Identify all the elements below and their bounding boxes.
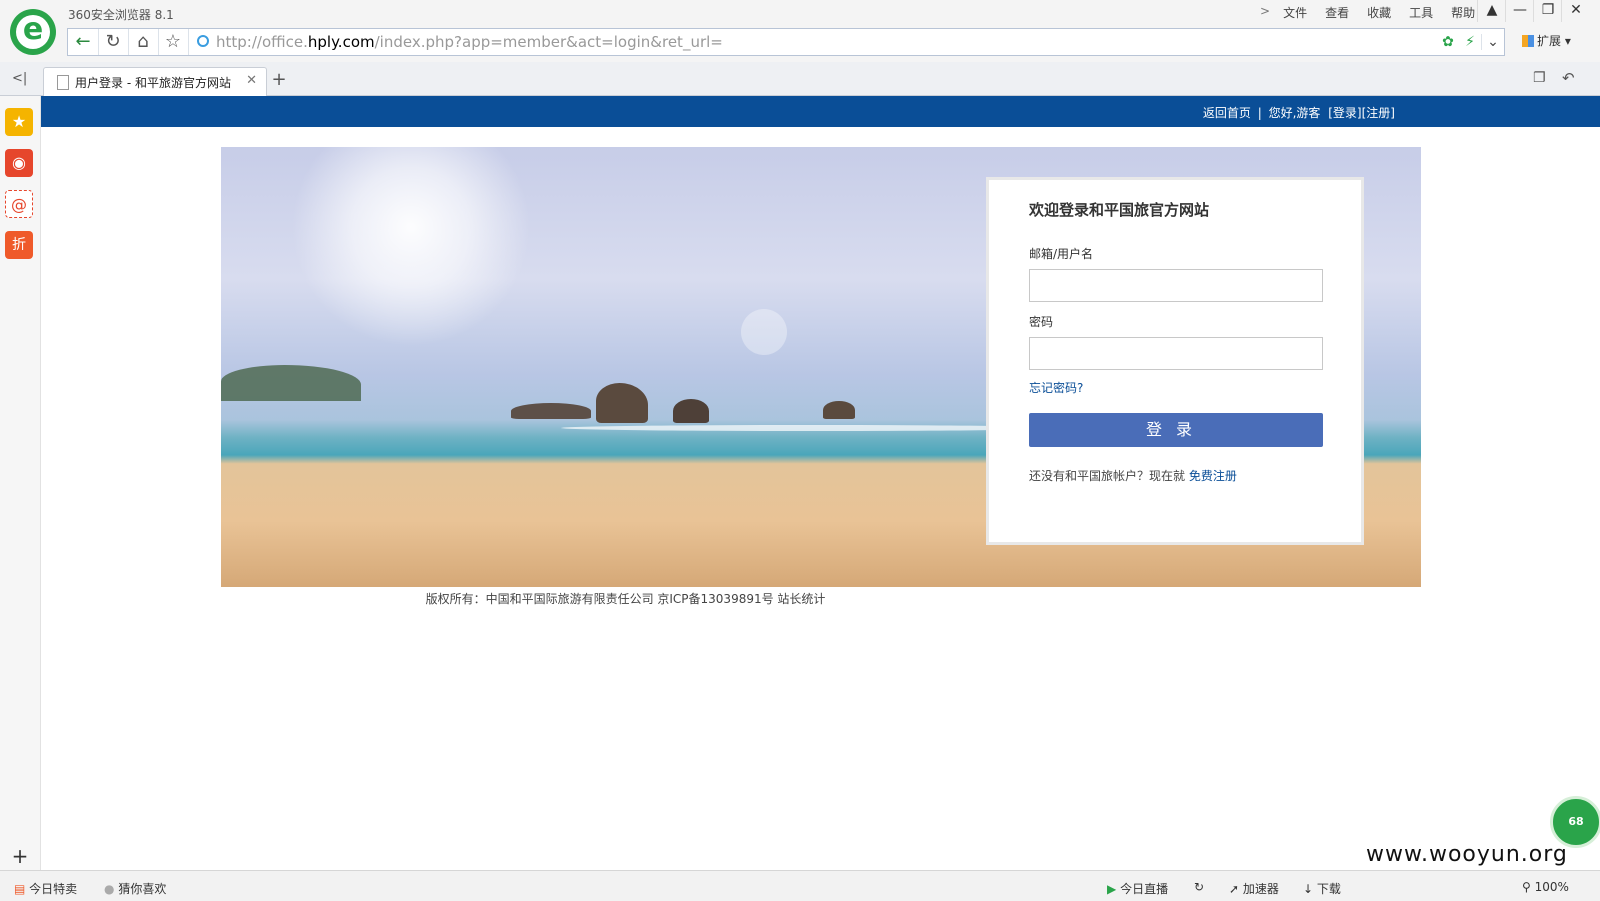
menu-tools[interactable]: 工具 <box>1400 4 1442 21</box>
sidebar-toggle-icon[interactable]: <| <box>12 71 27 86</box>
weibo-icon[interactable]: ◉ <box>5 149 33 177</box>
register-prompt: 还没有和平国旅帐户？现在就 免费注册 <box>1029 467 1237 484</box>
rock <box>596 383 648 423</box>
browser-titlebar: 360安全浏览器 8.1 > 文件 查看 收藏 工具 帮助 ▲ — ❐ ✕ <box>0 0 1600 26</box>
accelerator[interactable]: ➚ 加速器 <box>1229 880 1279 897</box>
skin-icon[interactable]: ▲ <box>1477 0 1506 22</box>
mail-icon[interactable]: @ <box>5 190 33 218</box>
address-row: ← ↻ ⌂ ☆ http://office.hply.com/index.php… <box>0 26 1600 62</box>
password-input[interactable] <box>1029 337 1323 370</box>
free-register-link[interactable]: 免费注册 <box>1189 469 1237 483</box>
daily-deals[interactable]: ▤ 今日特卖 <box>14 880 77 897</box>
menu-file[interactable]: 文件 <box>1274 4 1316 21</box>
password-label: 密码 <box>1029 315 1054 329</box>
island-hill <box>221 365 361 401</box>
back-arrow-icon[interactable]: ← <box>68 29 99 55</box>
menu-favorites[interactable]: 收藏 <box>1358 4 1400 21</box>
download-icon: ↓ <box>1303 882 1314 896</box>
site-footer: 版权所有：中国和平国际旅游有限责任公司 京ICP备13039891号 站长统计 <box>425 592 826 606</box>
browser-sidebar: ★ ◉ @ 折 + <box>0 96 41 870</box>
rock <box>511 403 591 419</box>
login-heading: 欢迎登录和平国旅官方网站 <box>1029 201 1210 219</box>
browser-menu: > 文件 查看 收藏 工具 帮助 <box>1256 4 1484 21</box>
sidebar-add-icon[interactable]: + <box>0 844 40 868</box>
home-icon[interactable]: ⌂ <box>128 29 159 55</box>
login-button[interactable]: 登录 <box>1029 413 1323 447</box>
speed-mode-icon[interactable]: ⚡ <box>1459 34 1481 50</box>
address-bar[interactable]: ← ↻ ⌂ ☆ http://office.hply.com/index.php… <box>67 28 1505 56</box>
lens-flare <box>741 309 787 355</box>
rocket-icon: ➚ <box>1229 882 1240 896</box>
home-link[interactable]: 返回首页 <box>1203 106 1251 120</box>
undo-close-icon[interactable]: ↶ <box>1562 69 1575 87</box>
site-security-icon[interactable] <box>197 35 209 47</box>
restore-icon[interactable]: ❐ <box>1533 0 1562 22</box>
register-link[interactable]: [注册] <box>1362 106 1395 120</box>
url-text[interactable]: http://office.hply.com/index.php?app=mem… <box>216 33 723 51</box>
page-viewport: 返回首页 | 您好,游客 [登录][注册] 欢迎登录和平国旅官方网站 邮箱/用户… <box>41 96 1600 870</box>
tab-close-icon[interactable]: ✕ <box>246 73 257 88</box>
refresh-icon[interactable]: ↻ <box>98 29 129 55</box>
username-label: 邮箱/用户名 <box>1029 247 1094 261</box>
zoom-icon: ⚲ <box>1522 880 1531 894</box>
watermark: www.wooyun.org <box>1366 842 1568 867</box>
browser-logo: e <box>10 9 56 55</box>
star-icon[interactable]: ★ <box>5 108 33 136</box>
favorite-star-icon[interactable]: ☆ <box>158 29 189 55</box>
live-today[interactable]: ▶ 今日直播 <box>1107 880 1168 897</box>
document-icon <box>57 75 69 90</box>
greeting-text: 您好,游客 <box>1268 106 1321 120</box>
tab-login[interactable]: 用户登录 - 和平旅游官方网站 ✕ <box>43 67 267 96</box>
close-icon[interactable]: ✕ <box>1561 0 1590 22</box>
sync-icon[interactable]: ↻ <box>1194 880 1204 894</box>
rock <box>823 401 855 419</box>
tab-strip: <| 用户登录 - 和平旅游官方网站 ✕ + ❐ ↶ <box>0 62 1600 96</box>
extensions-grid-icon <box>1522 35 1534 47</box>
e-logo-icon: e <box>22 12 44 47</box>
new-tab-icon[interactable]: + <box>268 69 290 90</box>
extensions-button[interactable]: 扩展 ▾ <box>1522 32 1571 49</box>
login-link[interactable]: [登录] <box>1328 106 1361 120</box>
downloads[interactable]: ↓ 下载 <box>1303 880 1341 897</box>
dot-icon: ● <box>104 882 115 896</box>
login-panel: 欢迎登录和平国旅官方网站 邮箱/用户名 密码 忘记密码? 登录 还没有和平国旅帐… <box>986 177 1364 545</box>
discount-icon[interactable]: 折 <box>5 231 33 259</box>
tab-title: 用户登录 - 和平旅游官方网站 <box>75 76 231 90</box>
tab-list-icon[interactable]: ❐ <box>1533 70 1546 86</box>
username-input[interactable] <box>1029 269 1323 302</box>
hero-beach-image: 欢迎登录和平国旅官方网站 邮箱/用户名 密码 忘记密码? 登录 还没有和平国旅帐… <box>221 147 1421 587</box>
site-top-nav: 返回首页 | 您好,游客 [登录][注册] <box>41 96 1600 127</box>
sun-glare <box>291 147 531 347</box>
nav-separator: | <box>1257 106 1262 120</box>
no-account-text: 还没有和平国旅帐户？现在就 <box>1029 469 1186 483</box>
menu-chevron-icon[interactable]: > <box>1256 4 1274 21</box>
browser-statusbar: ▤ 今日特卖 ● 猜你喜欢 ▶ 今日直播 ↻ ➚ 加速器 ↓ 下载 ⚲ 100% <box>0 870 1600 901</box>
rock <box>673 399 709 423</box>
menu-view[interactable]: 查看 <box>1316 4 1358 21</box>
forgot-password-link[interactable]: 忘记密码? <box>1029 379 1083 396</box>
floating-badge[interactable]: 68 <box>1550 796 1600 848</box>
gift-icon: ▤ <box>14 882 26 896</box>
play-icon: ▶ <box>1107 882 1117 896</box>
browser-title: 360安全浏览器 8.1 <box>68 8 174 22</box>
zoom-level[interactable]: ⚲ 100% <box>1522 880 1569 894</box>
minimize-icon[interactable]: — <box>1505 0 1534 22</box>
compat-mode-icon[interactable]: ✿ <box>1437 34 1459 50</box>
guess-you-like[interactable]: ● 猜你喜欢 <box>104 880 166 897</box>
dropdown-chevron-icon[interactable]: ⌄ <box>1481 34 1504 50</box>
